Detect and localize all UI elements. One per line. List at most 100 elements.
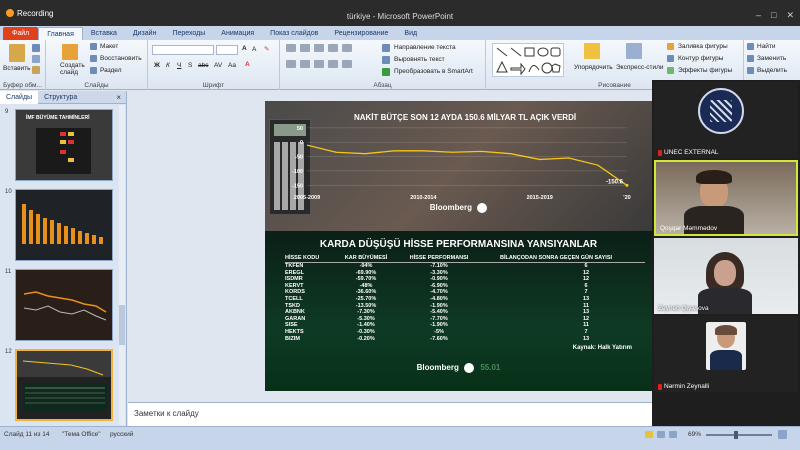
shape-fill-button[interactable]: Заливка фигуры <box>678 43 728 50</box>
brand-logo-bottom: Bloomberg 55.01 <box>265 363 652 373</box>
align-text-button[interactable]: Выровнять текст <box>394 56 445 63</box>
select-button[interactable]: Выделить <box>757 67 787 74</box>
new-slide-button[interactable]: Создать слайд <box>60 62 90 76</box>
tab-slideshow[interactable]: Показ слайдов <box>262 27 326 40</box>
tab-animations[interactable]: Анимация <box>213 27 262 40</box>
indent-decrease-icon[interactable] <box>314 44 324 52</box>
maximize-icon[interactable]: □ <box>771 10 776 21</box>
minimize-icon[interactable]: – <box>756 10 761 21</box>
reset-icon <box>90 55 97 62</box>
section-button[interactable]: Раздел <box>100 67 121 74</box>
italic-icon[interactable]: К <box>166 62 170 69</box>
zoom-slider[interactable] <box>706 431 772 439</box>
participant-tile[interactable]: Zeyneb Qiyasova <box>654 238 798 314</box>
bloomberg-text: Bloomberg <box>416 363 459 373</box>
slide-editor[interactable]: NAKİT BÜTÇE SON 12 AYDA 150.6 MİLYAR TL … <box>128 91 652 401</box>
reset-button[interactable]: Восстановить <box>100 55 142 62</box>
bullets-icon[interactable] <box>286 44 296 52</box>
zoom-slider-thumb[interactable] <box>734 431 738 439</box>
find-button[interactable]: Найти <box>757 43 776 50</box>
table-cell: 7 <box>584 328 588 335</box>
char-spacing-icon[interactable]: AV <box>214 62 222 69</box>
fit-window-icon[interactable] <box>778 430 787 439</box>
line-spacing-icon[interactable] <box>342 44 352 52</box>
grow-font-icon[interactable]: A <box>242 45 247 52</box>
sorter-view-icon[interactable] <box>657 431 665 438</box>
normal-view-icon[interactable] <box>645 431 653 438</box>
ht-logo-icon <box>464 363 475 373</box>
shadow-icon[interactable]: S <box>188 62 192 69</box>
clear-format-icon[interactable]: ✎ <box>264 45 269 53</box>
columns-icon[interactable] <box>342 60 352 68</box>
language[interactable]: русский <box>110 431 133 438</box>
strikethrough-icon[interactable]: abc <box>198 62 208 69</box>
new-slide-icon[interactable] <box>62 44 78 60</box>
tab-outline[interactable]: Структура <box>38 91 83 104</box>
font-size-field[interactable] <box>216 45 238 55</box>
font-family-field[interactable] <box>152 45 214 55</box>
tab-review[interactable]: Рецензирование <box>326 27 396 40</box>
copy-icon[interactable] <box>32 55 40 63</box>
arrange-button[interactable]: Упорядочить <box>574 64 613 71</box>
font-group: A A ✎ Ж К Ч S abc AV Aa A Шрифт <box>148 40 280 90</box>
tab-file[interactable]: Файл <box>3 27 39 40</box>
section-icon <box>90 67 97 74</box>
x-tick-label: '20 <box>623 195 630 201</box>
quick-styles-button[interactable]: Экспресс-стили <box>616 64 664 71</box>
slide-canvas[interactable]: NAKİT BÜTÇE SON 12 AYDA 150.6 MİLYAR TL … <box>265 101 652 391</box>
change-case-icon[interactable]: Aa <box>228 62 236 69</box>
thumbnail-scrollbar[interactable] <box>119 105 125 425</box>
participant-tile[interactable]: UNEC EXTERNAL <box>654 82 798 158</box>
shape-effects-button[interactable]: Эффекты фигуры <box>678 67 732 74</box>
format-painter-icon[interactable] <box>32 66 40 74</box>
select-icon <box>747 67 754 74</box>
shrink-font-icon[interactable]: A <box>252 46 256 53</box>
tab-design[interactable]: Дизайн <box>125 27 165 40</box>
table-cell: -94% <box>359 263 373 269</box>
slide-thumbnail[interactable]: 10 <box>3 189 119 265</box>
text-direction-button[interactable]: Направление текста <box>394 44 456 51</box>
end-value-label: -150.6 <box>606 179 624 185</box>
slide-thumbnail-selected[interactable]: 12 <box>3 349 119 425</box>
participant-tile[interactable]: Nərmin Zeynalli <box>654 316 798 392</box>
numbering-icon[interactable] <box>300 44 310 52</box>
shape-outline-button[interactable]: Контур фигуры <box>678 55 723 62</box>
font-color-icon[interactable]: A <box>245 61 250 68</box>
tab-slides[interactable]: Слайды <box>0 90 39 104</box>
reading-view-icon[interactable] <box>669 431 677 438</box>
arrange-icon[interactable] <box>584 43 600 59</box>
university-logo-icon <box>698 88 744 134</box>
zoom-level[interactable]: 69% <box>688 431 701 438</box>
cut-icon[interactable] <box>32 44 40 52</box>
tab-transitions[interactable]: Переходы <box>164 27 213 40</box>
tab-view[interactable]: Вид <box>396 27 425 40</box>
quick-styles-icon[interactable] <box>626 43 642 59</box>
scrollbar-thumb[interactable] <box>119 305 125 345</box>
shapes-gallery[interactable] <box>492 43 564 77</box>
slide-thumbnail[interactable]: 11 <box>3 269 119 345</box>
close-icon[interactable]: ✕ <box>786 10 794 21</box>
x-tick-label: 2010-2014 <box>410 195 437 201</box>
table-cell: -7.60% <box>430 335 448 342</box>
table-row: TKFEN -94% -7.10% 6 <box>285 263 645 270</box>
bold-icon[interactable]: Ж <box>154 62 160 69</box>
table-cell: -5.30% <box>357 315 375 322</box>
participant-tile[interactable]: Qoşqar Məmmədov <box>654 160 798 236</box>
align-center-icon[interactable] <box>300 60 310 68</box>
paste-button[interactable]: Вставить <box>3 65 31 72</box>
align-left-icon[interactable] <box>286 60 296 68</box>
table-cell: -0.30% <box>357 328 375 335</box>
underline-icon[interactable]: Ч <box>177 62 181 69</box>
tab-home[interactable]: Главная <box>38 27 83 40</box>
smartart-button[interactable]: Преобразовать в SmartArt <box>394 68 473 75</box>
close-pane-icon[interactable]: × <box>116 93 121 102</box>
notes-pane[interactable]: Заметки к слайду <box>128 402 652 426</box>
replace-button[interactable]: Заменить <box>757 55 786 62</box>
layout-button[interactable]: Макет <box>100 43 118 50</box>
align-right-icon[interactable] <box>314 60 324 68</box>
justify-icon[interactable] <box>328 60 338 68</box>
tab-insert[interactable]: Вставка <box>83 27 125 40</box>
paste-icon[interactable] <box>9 44 25 62</box>
slide-thumbnail[interactable]: 9 İMF BÜYÜME TAHMİNLERİ <box>3 109 119 185</box>
indent-increase-icon[interactable] <box>328 44 338 52</box>
